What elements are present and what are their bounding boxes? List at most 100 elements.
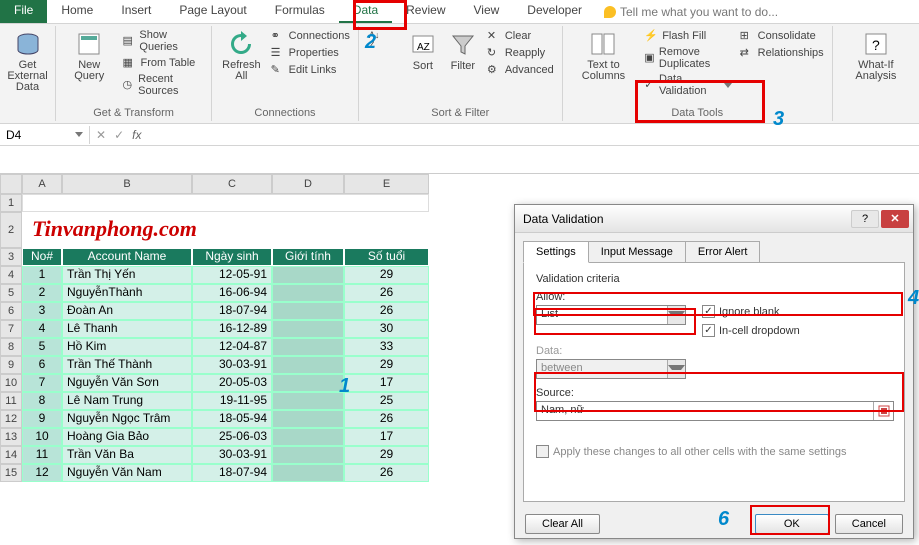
- row-header[interactable]: 2: [0, 212, 22, 248]
- cell[interactable]: 20-05-03: [192, 374, 272, 392]
- row-header[interactable]: 14: [0, 446, 22, 464]
- cell[interactable]: [272, 392, 344, 410]
- cell[interactable]: Nguyễn Văn Nam: [62, 464, 192, 482]
- cell[interactable]: Đoàn An: [62, 302, 192, 320]
- text-to-columns-button[interactable]: Text to Columns: [569, 28, 638, 98]
- col-header[interactable]: C: [192, 174, 272, 194]
- cell[interactable]: 25: [344, 392, 429, 410]
- tab-data[interactable]: Data: [339, 0, 392, 23]
- tab-file[interactable]: File: [0, 0, 47, 23]
- cell[interactable]: Lê Thanh: [62, 320, 192, 338]
- cell[interactable]: 30-03-91: [192, 356, 272, 374]
- cell[interactable]: [272, 320, 344, 338]
- refresh-all-button[interactable]: Refresh All: [218, 28, 265, 84]
- col-header[interactable]: A: [22, 174, 62, 194]
- close-button[interactable]: ✕: [881, 210, 909, 228]
- table-header[interactable]: Giới tính: [272, 248, 344, 266]
- cell[interactable]: 3: [22, 302, 62, 320]
- row-header[interactable]: 11: [0, 392, 22, 410]
- cell[interactable]: 33: [344, 338, 429, 356]
- row-header[interactable]: 9: [0, 356, 22, 374]
- tab-developer[interactable]: Developer: [513, 0, 596, 23]
- cell[interactable]: 18-07-94: [192, 464, 272, 482]
- properties-button[interactable]: ☰Properties: [269, 45, 352, 61]
- range-select-icon[interactable]: [873, 402, 893, 420]
- cell[interactable]: [272, 302, 344, 320]
- source-input[interactable]: Nam, nữ: [536, 401, 894, 421]
- flash-fill-button[interactable]: ⚡Flash Fill: [642, 28, 733, 44]
- tab-home[interactable]: Home: [47, 0, 107, 23]
- tab-settings[interactable]: Settings: [523, 241, 589, 263]
- cell[interactable]: 29: [344, 446, 429, 464]
- tab-insert[interactable]: Insert: [107, 0, 165, 23]
- table-header[interactable]: Số tuổi: [344, 248, 429, 266]
- cell[interactable]: 12-05-91: [192, 266, 272, 284]
- cell[interactable]: 19-11-95: [192, 392, 272, 410]
- fx-icon[interactable]: fx: [132, 128, 141, 142]
- whatif-button[interactable]: ? What-If Analysis: [839, 28, 913, 84]
- tab-error-alert[interactable]: Error Alert: [685, 241, 761, 263]
- row-header[interactable]: 13: [0, 428, 22, 446]
- col-header[interactable]: D: [272, 174, 344, 194]
- cancel-button[interactable]: Cancel: [835, 514, 903, 534]
- table-header[interactable]: Account Name: [62, 248, 192, 266]
- cell[interactable]: 2: [22, 284, 62, 302]
- row-header[interactable]: 4: [0, 266, 22, 284]
- ok-button[interactable]: OK: [755, 514, 829, 534]
- name-box[interactable]: D4: [0, 126, 90, 144]
- cell[interactable]: 29: [344, 356, 429, 374]
- row-header[interactable]: 3: [0, 248, 22, 266]
- cell[interactable]: [272, 464, 344, 482]
- cell[interactable]: 1: [22, 266, 62, 284]
- cell[interactable]: [272, 374, 344, 392]
- tab-review[interactable]: Review: [392, 0, 459, 23]
- clear-all-button[interactable]: Clear All: [525, 514, 600, 534]
- consolidate-button[interactable]: ⊞Consolidate: [738, 28, 826, 44]
- cell[interactable]: Trần Thị Yến: [62, 266, 192, 284]
- cell[interactable]: 10: [22, 428, 62, 446]
- tab-formulas[interactable]: Formulas: [261, 0, 339, 23]
- cell[interactable]: 30: [344, 320, 429, 338]
- cell[interactable]: [272, 266, 344, 284]
- cell[interactable]: 12-04-87: [192, 338, 272, 356]
- table-header[interactable]: Ngày sinh: [192, 248, 272, 266]
- cell[interactable]: 8: [22, 392, 62, 410]
- reapply-button[interactable]: ↻Reapply: [485, 45, 556, 61]
- cell[interactable]: 30-03-91: [192, 446, 272, 464]
- row-header[interactable]: 8: [0, 338, 22, 356]
- cell[interactable]: 5: [22, 338, 62, 356]
- data-validation-button[interactable]: ✓Data Validation: [642, 72, 733, 98]
- cell[interactable]: [272, 428, 344, 446]
- cell[interactable]: NguyễnThành: [62, 284, 192, 302]
- sort-button[interactable]: AZ Sort: [405, 28, 441, 78]
- cell[interactable]: 4: [22, 320, 62, 338]
- row-header[interactable]: 6: [0, 302, 22, 320]
- new-query-button[interactable]: New Query: [62, 28, 116, 98]
- cell[interactable]: 18-05-94: [192, 410, 272, 428]
- cell[interactable]: 17: [344, 428, 429, 446]
- row-header[interactable]: 5: [0, 284, 22, 302]
- cell[interactable]: 7: [22, 374, 62, 392]
- cell[interactable]: 29: [344, 266, 429, 284]
- row-header[interactable]: 1: [0, 194, 22, 212]
- cell[interactable]: 17: [344, 374, 429, 392]
- allow-combo[interactable]: List: [536, 305, 686, 325]
- cell[interactable]: Trần Văn Ba: [62, 446, 192, 464]
- cell[interactable]: 26: [344, 284, 429, 302]
- cell[interactable]: [272, 446, 344, 464]
- row-header[interactable]: 12: [0, 410, 22, 428]
- cell[interactable]: 25-06-03: [192, 428, 272, 446]
- show-queries-button[interactable]: ▤Show Queries: [120, 28, 205, 54]
- tab-view[interactable]: View: [460, 0, 514, 23]
- cell[interactable]: 11: [22, 446, 62, 464]
- cell[interactable]: [272, 284, 344, 302]
- cell[interactable]: 26: [344, 410, 429, 428]
- connections-button[interactable]: ⚭Connections: [269, 28, 352, 44]
- col-header[interactable]: B: [62, 174, 192, 194]
- select-all-corner[interactable]: [0, 174, 22, 194]
- cell[interactable]: Nguyễn Văn Sơn: [62, 374, 192, 392]
- help-button[interactable]: ?: [851, 210, 879, 228]
- cell[interactable]: [272, 338, 344, 356]
- table-header[interactable]: No#: [22, 248, 62, 266]
- clear-button[interactable]: ✕Clear: [485, 28, 556, 44]
